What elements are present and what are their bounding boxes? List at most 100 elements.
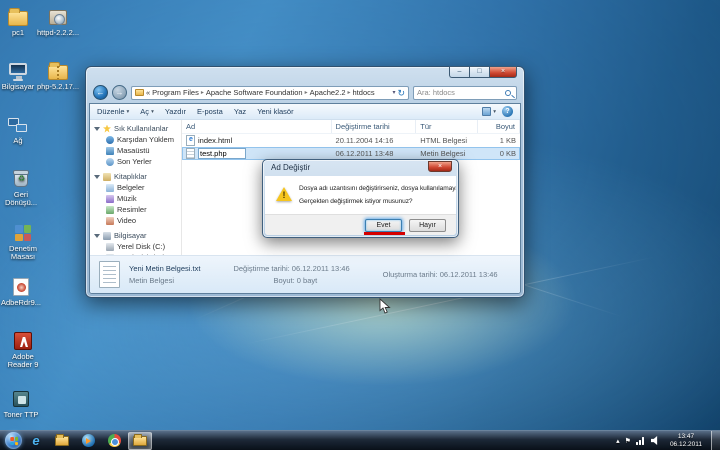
desktop-icon-adobe-reader[interactable]: Adobe Reader 9 [0, 330, 46, 369]
new-folder-button[interactable]: Yeni klasör [257, 107, 293, 116]
dialog-close-button[interactable]: × [428, 161, 452, 172]
sidebar-item-label: Yerel Disk (C:) [117, 242, 165, 251]
libraries-label: Kitaplıklar [114, 172, 147, 181]
details-size: Boyut: 0 bayt [233, 276, 349, 285]
breadcrumb-item-program-files[interactable]: Program Files [152, 88, 199, 97]
change-view-button[interactable]: ▾ [482, 107, 496, 116]
file-type: Metin Belgesi [416, 149, 478, 158]
taskbar: e ▴ ⚑ 13:47 06.12.2011 [0, 430, 720, 450]
organize-button[interactable]: Düzenle▾ [97, 107, 129, 116]
sidebar-item-videos[interactable]: Video [94, 215, 181, 226]
computer-icon [103, 232, 111, 240]
expander-icon[interactable] [94, 127, 100, 131]
start-button[interactable] [5, 432, 22, 449]
no-button[interactable]: Hayır [409, 219, 446, 232]
taskbar-clock[interactable]: 13:47 06.12.2011 [666, 433, 706, 449]
breadcrumb-item-htdocs[interactable]: htdocs [353, 88, 375, 97]
network-icon[interactable] [636, 437, 646, 445]
details-file-type: Metin Belgesi [129, 276, 200, 285]
details-created-block: Oluşturma tarihi: 06.12.2011 13:46 [383, 270, 498, 279]
command-toolbar: Düzenle▾ Aç▾ Yazdır E-posta Yaz Yeni kla… [90, 104, 520, 120]
taskbar-item-internet-explorer[interactable]: e [24, 432, 48, 450]
desktop-icon-pc1[interactable]: pc1 [2, 6, 34, 37]
taskbar-item-media-player[interactable] [76, 432, 100, 450]
volume-icon[interactable] [651, 436, 661, 445]
burn-button[interactable]: Yaz [234, 107, 246, 116]
navigation-bar: ← → « Program Files ▸ Apache Software Fo… [86, 83, 524, 102]
favorites-group-header[interactable]: Sık Kullanılanlar [94, 123, 181, 134]
rename-input[interactable] [198, 148, 246, 159]
desktop-icon-php-archive[interactable]: php-5.2.17... [33, 60, 83, 91]
sidebar-item-desktop[interactable]: Masaüstü [94, 145, 181, 156]
browser-icon [108, 434, 121, 447]
installer-icon [47, 6, 69, 28]
open-button[interactable]: Aç▾ [140, 107, 154, 116]
folder-icon [7, 6, 29, 28]
expander-icon[interactable] [94, 175, 100, 179]
folder-icon [133, 436, 147, 446]
sidebar-item-documents[interactable]: Belgeler [94, 182, 181, 193]
column-header-size[interactable]: Boyut [478, 120, 520, 133]
breadcrumb-item-apache22[interactable]: Apache2.2 [310, 88, 346, 97]
desktop-icon-network[interactable]: Ağ [2, 114, 34, 145]
sidebar-item-local-disk-c[interactable]: Yerel Disk (C:) [94, 241, 181, 252]
taskbar-item-explorer-active[interactable] [128, 432, 152, 450]
action-center-icon[interactable]: ⚑ [625, 437, 631, 445]
email-label: E-posta [197, 107, 223, 116]
dialog-message-line2: Gerçekten değiştirmek istiyor musunuz? [299, 197, 454, 206]
column-header-date[interactable]: Değiştirme tarihi [332, 120, 417, 133]
burn-label: Yaz [234, 107, 246, 116]
sidebar-item-recent-places[interactable]: Son Yerler [94, 156, 181, 167]
file-row-index-html[interactable]: index.html 20.11.2004 14:16 HTML Belgesi… [182, 134, 520, 147]
sidebar-item-music[interactable]: Müzik [94, 193, 181, 204]
title-bar[interactable]: – □ × [86, 67, 524, 83]
text-document-icon [99, 261, 120, 288]
refresh-icon[interactable]: ↻ [397, 88, 405, 98]
expander-icon[interactable] [94, 234, 100, 238]
close-icon: × [438, 163, 442, 170]
taskbar-item-explorer[interactable] [50, 432, 74, 450]
libraries-group-header[interactable]: Kitaplıklar [94, 171, 181, 182]
chevron-right-icon: ▸ [305, 89, 308, 96]
desktop-icon-computer[interactable]: Bilgisayar [0, 60, 36, 91]
control-panel-icon [12, 222, 34, 244]
forward-button[interactable]: → [112, 85, 127, 100]
yes-button[interactable]: Evet [365, 219, 402, 232]
sidebar-item-downloads[interactable]: Karşıdan Yüklem [94, 134, 181, 145]
file-size: 0 KB [478, 149, 520, 158]
close-icon: × [501, 68, 505, 75]
html-file-icon [186, 135, 195, 146]
close-button[interactable]: × [489, 66, 517, 78]
address-dropdown-icon[interactable]: ▾ [392, 89, 395, 96]
help-button[interactable]: ? [502, 106, 513, 117]
column-header-name[interactable]: Ad [182, 120, 332, 133]
taskbar-item-browser[interactable] [102, 432, 126, 450]
address-bar[interactable]: « Program Files ▸ Apache Software Founda… [131, 86, 409, 100]
breadcrumb-overflow[interactable]: « [146, 88, 150, 97]
desktop-icon-toner[interactable]: Toner TTP [0, 388, 42, 419]
show-hidden-icons-button[interactable]: ▴ [616, 437, 620, 445]
sidebar-item-pictures[interactable]: Resimler [94, 204, 181, 215]
desktop-icon-httpd-installer[interactable]: httpd-2.2.2... [33, 6, 83, 37]
details-file-name: Yeni Metin Belgesi.txt [129, 264, 200, 273]
minimize-button[interactable]: – [449, 66, 469, 78]
desktop-icon-adobe-installer[interactable]: AdbeRdr9... [0, 276, 42, 307]
file-size: 1 KB [478, 136, 520, 145]
desktop-icon-label: Denetim Masası [0, 245, 46, 261]
computer-group-header[interactable]: Bilgisayar [94, 230, 181, 241]
show-desktop-button[interactable] [711, 431, 720, 450]
print-button[interactable]: Yazdır [165, 107, 186, 116]
search-input[interactable]: Ara: htdocs [417, 88, 505, 97]
sidebar-item-label: Son Yerler [117, 157, 152, 166]
back-button[interactable]: ← [93, 85, 108, 100]
chevron-right-icon: ▸ [348, 89, 351, 96]
maximize-button[interactable]: □ [469, 66, 489, 78]
desktop-icon-recycle-bin[interactable]: Geri Dönüşü... [0, 168, 42, 207]
column-header-type[interactable]: Tür [416, 120, 478, 133]
desktop-icon-control-panel[interactable]: Denetim Masası [0, 222, 46, 261]
libraries-icon [103, 173, 111, 181]
minimize-icon: – [458, 68, 462, 75]
search-box[interactable]: Ara: htdocs [413, 86, 517, 100]
breadcrumb-item-apache-software-foundation[interactable]: Apache Software Foundation [206, 88, 303, 97]
email-button[interactable]: E-posta [197, 107, 223, 116]
